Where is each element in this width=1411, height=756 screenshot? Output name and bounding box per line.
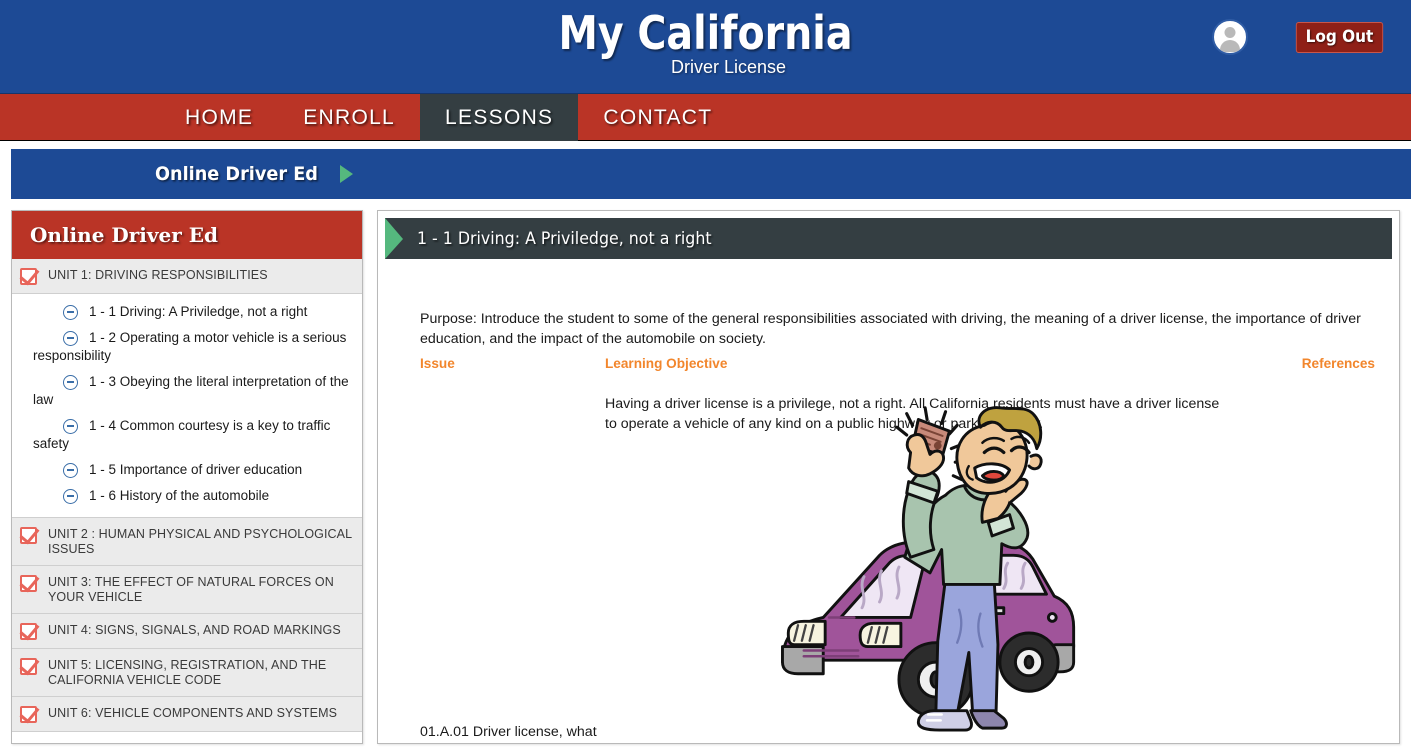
nav-item-contact[interactable]: CONTACT <box>578 94 737 141</box>
issue-column: 01.A.01 Driver license, what it means to… <box>420 394 605 743</box>
play-triangle-icon <box>385 218 403 259</box>
checkbox-checked-icon <box>20 268 37 285</box>
checkbox-checked-icon <box>20 658 37 675</box>
nav-item-lessons[interactable]: LESSONS <box>420 94 579 141</box>
minus-circle-icon <box>63 305 78 320</box>
sidebar-lesson-1-1[interactable]: 1 - 1 Driving: A Priviledge, not a right <box>18 299 356 325</box>
reference-vc: VC: 12800 <box>1299 740 1375 743</box>
sidebar-unit-5[interactable]: UNIT 5: LICENSING, REGISTRATION, AND THE… <box>12 649 362 697</box>
brand-title: My California <box>558 6 853 60</box>
lesson-purpose-text: Purpose: Introduce the student to some o… <box>420 311 1361 347</box>
site-masthead: My California Driver License Log Out <box>0 0 1411 94</box>
nav-item-enroll[interactable]: ENROLL <box>278 94 420 141</box>
sidebar-lesson-1-6[interactable]: 1 - 6 History of the automobile <box>18 483 356 509</box>
sidebar-lesson-1-4[interactable]: 1 - 4 Common courtesy is a key to traffi… <box>18 413 356 457</box>
sidebar-unit-3[interactable]: UNIT 3: THE EFFECT OF NATURAL FORCES ON … <box>12 566 362 614</box>
avatar-head-shape <box>1224 27 1236 38</box>
checkbox-checked-icon <box>20 575 37 592</box>
minus-circle-icon <box>63 463 78 478</box>
sidebar-unit-label: UNIT 1: DRIVING RESPONSIBILITIES <box>48 268 268 282</box>
log-out-button[interactable]: Log Out <box>1295 22 1384 53</box>
breadcrumb-wrapper: Online Driver Ed <box>0 141 1411 199</box>
minus-circle-icon <box>63 489 78 504</box>
lesson-content-grid: 01.A.01 Driver license, what it means to… <box>420 394 1375 743</box>
sidebar-unit-2[interactable]: UNIT 2 : HUMAN PHYSICAL AND PSYCHOLOGICA… <box>12 518 362 566</box>
page-title: 1 - 1 Driving: A Priviledge, not a right <box>416 228 712 249</box>
breadcrumb-label[interactable]: Online Driver Ed <box>155 163 318 185</box>
minus-circle-icon <box>63 331 78 346</box>
user-avatar-icon[interactable] <box>1212 19 1248 55</box>
breadcrumb: Online Driver Ed <box>11 149 1411 199</box>
minus-circle-icon <box>63 419 78 434</box>
issue-text: 01.A.01 Driver license, what it means to… <box>420 724 597 740</box>
references-text: VC: 12800 CDH: p. 1-6 <box>1299 740 1375 743</box>
column-header-references: References <box>1301 356 1375 371</box>
column-header-issue: Issue <box>420 356 455 371</box>
sidebar-unit-1[interactable]: UNIT 1: DRIVING RESPONSIBILITIES <box>12 259 362 294</box>
nav-item-home[interactable]: HOME <box>160 94 278 141</box>
sidebar-lesson-1-5[interactable]: 1 - 5 Importance of driver education <box>18 457 356 483</box>
happy-driver-holding-license-with-car-illustration <box>781 406 1076 732</box>
lesson-header: 1 - 1 Driving: A Priviledge, not a right <box>385 218 1392 259</box>
course-sidebar: Online Driver Ed UNIT 1: DRIVING RESPONS… <box>11 210 363 744</box>
sidebar-unit-label: UNIT 4: SIGNS, SIGNALS, AND ROAD MARKING… <box>48 623 341 637</box>
lesson-body: Purpose: Introduce the student to some o… <box>378 309 1399 743</box>
sidebar-unit-label: UNIT 5: LICENSING, REGISTRATION, AND THE… <box>48 658 327 687</box>
column-header-learning-objective: Learning Objective <box>605 356 728 371</box>
sidebar-lesson-1-3[interactable]: 1 - 3 Obeying the literal interpretation… <box>18 369 356 413</box>
checkbox-checked-icon <box>20 623 37 640</box>
sidebar-unit-4[interactable]: UNIT 4: SIGNS, SIGNALS, AND ROAD MARKING… <box>12 614 362 649</box>
sidebar-lesson-label: 1 - 6 History of the automobile <box>89 488 270 503</box>
play-triangle-icon <box>340 165 354 183</box>
page-body: Online Driver Ed UNIT 1: DRIVING RESPONS… <box>0 199 1411 744</box>
sidebar-unit-6[interactable]: UNIT 6: VEHICLE COMPONENTS AND SYSTEMS <box>12 697 362 732</box>
sidebar-unit-1-lessons: 1 - 1 Driving: A Priviledge, not a right… <box>12 294 362 518</box>
sidebar-lesson-1-2[interactable]: 1 - 2 Operating a motor vehicle is a ser… <box>18 325 356 369</box>
sidebar-unit-label: UNIT 6: VEHICLE COMPONENTS AND SYSTEMS <box>48 706 338 720</box>
main-navigation: HOME ENROLL LESSONS CONTACT <box>0 94 1411 141</box>
sidebar-unit-label: UNIT 3: THE EFFECT OF NATURAL FORCES ON … <box>48 575 334 604</box>
brand-subtitle: Driver License <box>670 57 787 77</box>
avatar-body-shape <box>1220 40 1240 52</box>
lesson-column-headers: Issue Learning Objective References <box>420 356 1375 371</box>
checkbox-checked-icon <box>20 706 37 723</box>
minus-circle-icon <box>63 375 78 390</box>
references-column: VC: 12800 CDH: p. 1-6 <box>1255 394 1375 743</box>
site-brand: My California Driver License <box>0 6 1411 78</box>
lesson-panel: 1 - 1 Driving: A Priviledge, not a right… <box>377 210 1400 744</box>
objective-column: Having a driver license is a privilege, … <box>605 394 1255 743</box>
checkbox-checked-icon <box>20 527 37 544</box>
sidebar-title: Online Driver Ed <box>12 211 362 259</box>
sidebar-unit-label: UNIT 2 : HUMAN PHYSICAL AND PSYCHOLOGICA… <box>48 527 352 556</box>
